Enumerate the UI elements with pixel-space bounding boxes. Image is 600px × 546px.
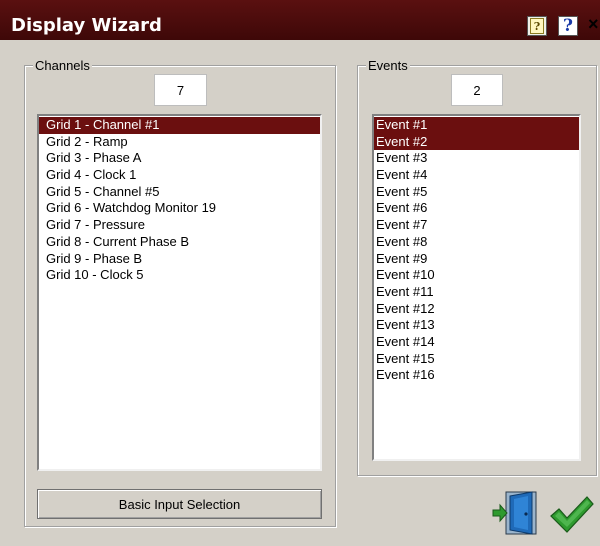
title-bar: Display Wizard ? ? × xyxy=(0,0,600,40)
event-list-item[interactable]: Event #16 xyxy=(374,367,579,384)
channel-list-item[interactable]: Grid 4 - Clock 1 xyxy=(39,167,320,184)
exit-door-icon xyxy=(492,491,537,535)
window-title: Display Wizard xyxy=(11,15,162,36)
close-button[interactable]: × xyxy=(588,14,599,35)
event-list-item[interactable]: Event #6 xyxy=(374,200,579,217)
event-list-item[interactable]: Event #3 xyxy=(374,150,579,167)
events-group-label: Events xyxy=(366,58,410,73)
event-list-item[interactable]: Event #7 xyxy=(374,217,579,234)
event-list-item[interactable]: Event #13 xyxy=(374,317,579,334)
checkmark-icon xyxy=(550,496,594,533)
event-list-item[interactable]: Event #2 xyxy=(374,133,579,151)
exit-button[interactable] xyxy=(492,490,542,536)
event-list-item[interactable]: Event #14 xyxy=(374,334,579,351)
channels-group-label: Channels xyxy=(33,58,92,73)
event-list-item[interactable]: Event #1 xyxy=(374,117,579,134)
channel-list-item[interactable]: Grid 5 - Channel #5 xyxy=(39,184,320,201)
event-list-item[interactable]: Event #15 xyxy=(374,351,579,368)
channel-list-item[interactable]: Grid 1 - Channel #1 xyxy=(39,117,320,134)
event-list-item[interactable]: Event #12 xyxy=(374,301,579,318)
events-count-field[interactable]: 2 xyxy=(451,74,503,106)
event-list-item[interactable]: Event #9 xyxy=(374,251,579,268)
event-list-item[interactable]: Event #11 xyxy=(374,284,579,301)
help-topics-button[interactable]: ? xyxy=(558,16,578,36)
channel-list-item[interactable]: Grid 8 - Current Phase B xyxy=(39,234,320,251)
ok-button[interactable] xyxy=(549,494,595,536)
help-context-icon: ? xyxy=(530,18,544,34)
channel-list-item[interactable]: Grid 10 - Clock 5 xyxy=(39,267,320,284)
channel-list-item[interactable]: Grid 7 - Pressure xyxy=(39,217,320,234)
channel-list-item[interactable]: Grid 9 - Phase B xyxy=(39,251,320,268)
channels-count-field[interactable]: 7 xyxy=(154,74,207,106)
event-list-item[interactable]: Event #5 xyxy=(374,184,579,201)
channels-listbox[interactable]: Grid 1 - Channel #1 Grid 2 - Ramp Grid 3 -… xyxy=(37,114,322,471)
events-listbox[interactable]: Event #1 Event #2 Event #3 Event #4 Event #5… xyxy=(372,114,581,461)
help-context-button[interactable]: ? xyxy=(527,16,547,36)
event-list-item[interactable]: Event #8 xyxy=(374,234,579,251)
help-question-icon: ? xyxy=(563,16,573,36)
channel-list-item[interactable]: Grid 3 - Phase A xyxy=(39,150,320,167)
channel-list-item[interactable]: Grid 6 - Watchdog Monitor 19 xyxy=(39,200,320,217)
basic-input-selection-button[interactable]: Basic Input Selection xyxy=(37,489,322,519)
channel-list-item[interactable]: Grid 2 - Ramp xyxy=(39,134,320,151)
event-list-item[interactable]: Event #10 xyxy=(374,267,579,284)
event-list-item[interactable]: Event #4 xyxy=(374,167,579,184)
